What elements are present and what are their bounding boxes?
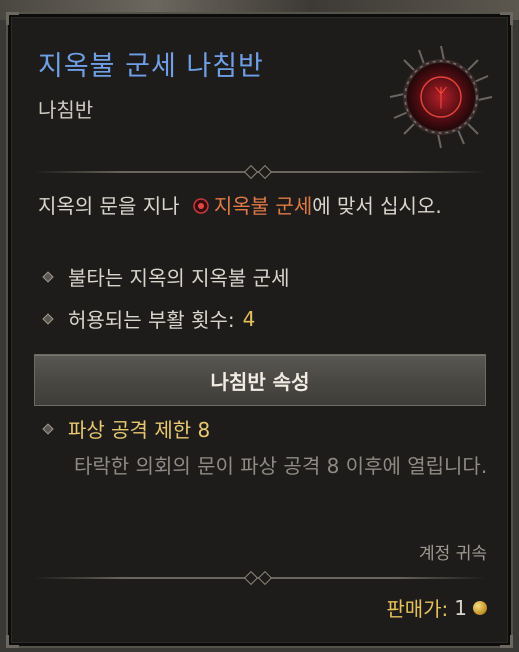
property-row: 불타는 지옥의 지옥불 군세 [42, 262, 290, 291]
bullet-icon [42, 312, 54, 325]
affix-description: 타락한 의회의 문이 파상 공격 8 이후에 열립니다. [74, 454, 488, 478]
item-type: 나침반 [38, 98, 94, 122]
affix-title: 파상 공격 제한 8 [68, 418, 211, 442]
item-description: 지옥의 문을 지나 지옥불 군세에 맞서 십시오. [38, 190, 488, 223]
description-text: 에 맞서 십시오. [312, 194, 442, 218]
affix-row: 파상 공격 제한 8 [42, 414, 211, 443]
bullet-icon [42, 270, 54, 283]
frame-corner [500, 635, 513, 648]
gold-coin-icon [473, 600, 487, 615]
hellborne-icon [193, 198, 209, 214]
sell-value: 1 [454, 595, 467, 620]
account-bound-label: 계정 귀속 [419, 544, 487, 564]
frame-corner [500, 12, 513, 25]
affix-section-header: 나침반 속성 [34, 354, 486, 406]
bullet-icon [42, 422, 54, 435]
sell-price: 판매가: 1 [386, 593, 487, 622]
sell-label: 판매가: [386, 597, 449, 621]
property-row: 허용되는 부활 횟수: 4 [42, 304, 256, 333]
frame-corner [6, 12, 19, 25]
property-value: 4 [242, 306, 256, 331]
divider [34, 164, 486, 180]
description-highlight: 지옥불 군세 [213, 194, 313, 218]
hellborne-compass-icon: ᛉ [389, 45, 493, 149]
item-name: 지옥불 군세 나침반 [38, 51, 264, 82]
frame-corner [6, 635, 19, 648]
divider [34, 570, 486, 586]
property-text: 허용되는 부활 횟수: [68, 308, 235, 332]
property-text: 불타는 지옥의 지옥불 군세 [68, 266, 290, 290]
svg-text:ᛉ: ᛉ [434, 84, 448, 112]
description-text: 지옥의 문을 지나 [38, 194, 186, 218]
